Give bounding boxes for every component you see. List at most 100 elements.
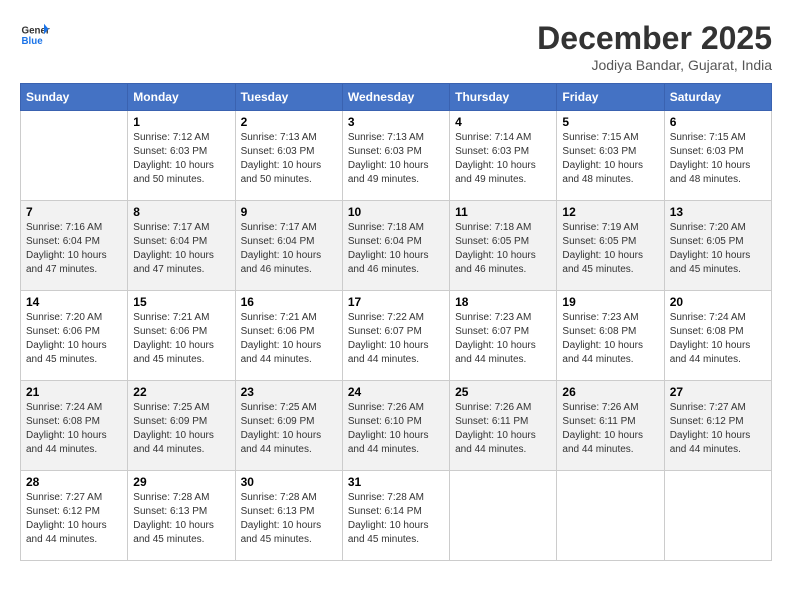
calendar-cell: 22 Sunrise: 7:25 AMSunset: 6:09 PMDayligh… [128, 381, 235, 471]
day-info: Sunrise: 7:26 AMSunset: 6:10 PMDaylight:… [348, 401, 444, 457]
calendar-cell: 17Sunrise: 7:22 AMSunset: 6:07 PMDayligh… [342, 291, 449, 381]
day-number: 11 [455, 205, 551, 219]
day-number: 1 [133, 115, 229, 129]
day-number: 30 [241, 475, 337, 489]
svg-text:Blue: Blue [22, 36, 44, 47]
day-info: Sunrise: 7:23 AMSunset: 6:08 PMDaylight:… [562, 311, 658, 367]
calendar-cell: 24Sunrise: 7:26 AMSunset: 6:10 PMDayligh… [342, 381, 449, 471]
day-number: 23 [241, 385, 337, 399]
day-info: Sunrise: 7:19 AMSunset: 6:05 PMDaylight:… [562, 221, 658, 277]
calendar-cell: 7 Sunrise: 7:16 AMSunset: 6:04 PMDaylight… [21, 201, 128, 291]
day-info: Sunrise: 7:20 AMSunset: 6:05 PMDaylight:… [670, 221, 766, 277]
day-number: 14 [26, 295, 122, 309]
calendar-cell: 25Sunrise: 7:26 AMSunset: 6:11 PMDayligh… [450, 381, 557, 471]
weekday-header: Wednesday [342, 84, 449, 111]
day-info: Sunrise: 7:25 AMSunset: 6:09 PMDaylight:… [133, 401, 229, 457]
day-info: Sunrise: 7:27 AMSunset: 6:12 PMDaylight:… [670, 401, 766, 457]
calendar-cell: 28 Sunrise: 7:27 AMSunset: 6:12 PMDayligh… [21, 471, 128, 561]
day-number: 22 [133, 385, 229, 399]
logo-icon: General Blue [20, 20, 50, 50]
day-info: Sunrise: 7:25 AMSunset: 6:09 PMDaylight:… [241, 401, 337, 457]
day-info: Sunrise: 7:28 AMSunset: 6:13 PMDaylight:… [133, 491, 229, 547]
weekday-header: Sunday [21, 84, 128, 111]
day-number: 25 [455, 385, 551, 399]
calendar-cell: 19 Sunrise: 7:23 AMSunset: 6:08 PMDayligh… [557, 291, 664, 381]
day-info: Sunrise: 7:18 AMSunset: 6:04 PMDaylight:… [348, 221, 444, 277]
day-number: 12 [562, 205, 658, 219]
day-info: Sunrise: 7:13 AMSunset: 6:03 PMDaylight:… [348, 131, 444, 187]
weekday-header: Friday [557, 84, 664, 111]
calendar-week-row: 28 Sunrise: 7:27 AMSunset: 6:12 PMDayligh… [21, 471, 772, 561]
day-info: Sunrise: 7:16 AMSunset: 6:04 PMDaylight:… [26, 221, 122, 277]
calendar-table: SundayMondayTuesdayWednesdayThursdayFrid… [20, 83, 772, 561]
day-number: 20 [670, 295, 766, 309]
day-number: 29 [133, 475, 229, 489]
day-number: 19 [562, 295, 658, 309]
calendar-week-row: 7 Sunrise: 7:16 AMSunset: 6:04 PMDaylight… [21, 201, 772, 291]
calendar-week-row: 1 Sunrise: 7:12 AMSunset: 6:03 PMDaylight… [21, 111, 772, 201]
day-info: Sunrise: 7:18 AMSunset: 6:05 PMDaylight:… [455, 221, 551, 277]
page-header: General Blue December 2025 Jodiya Bandar… [20, 20, 772, 73]
calendar-cell: 23 Sunrise: 7:25 AMSunset: 6:09 PMDayligh… [235, 381, 342, 471]
calendar-cell: 16Sunrise: 7:21 AMSunset: 6:06 PMDayligh… [235, 291, 342, 381]
calendar-cell [21, 111, 128, 201]
day-number: 10 [348, 205, 444, 219]
calendar-cell: 30 Sunrise: 7:28 AMSunset: 6:13 PMDayligh… [235, 471, 342, 561]
calendar-cell: 4 Sunrise: 7:14 AMSunset: 6:03 PMDaylight… [450, 111, 557, 201]
day-number: 9 [241, 205, 337, 219]
day-number: 17 [348, 295, 444, 309]
calendar-cell: 12 Sunrise: 7:19 AMSunset: 6:05 PMDayligh… [557, 201, 664, 291]
title-block: December 2025 Jodiya Bandar, Gujarat, In… [537, 20, 772, 73]
calendar-cell: 21 Sunrise: 7:24 AMSunset: 6:08 PMDayligh… [21, 381, 128, 471]
day-info: Sunrise: 7:12 AMSunset: 6:03 PMDaylight:… [133, 131, 229, 187]
day-number: 16 [241, 295, 337, 309]
calendar-cell: 29 Sunrise: 7:28 AMSunset: 6:13 PMDayligh… [128, 471, 235, 561]
day-number: 7 [26, 205, 122, 219]
calendar-cell: 3Sunrise: 7:13 AMSunset: 6:03 PMDaylight… [342, 111, 449, 201]
day-info: Sunrise: 7:14 AMSunset: 6:03 PMDaylight:… [455, 131, 551, 187]
day-info: Sunrise: 7:28 AMSunset: 6:13 PMDaylight:… [241, 491, 337, 547]
day-info: Sunrise: 7:21 AMSunset: 6:06 PMDaylight:… [133, 311, 229, 367]
day-info: Sunrise: 7:24 AMSunset: 6:08 PMDaylight:… [26, 401, 122, 457]
day-info: Sunrise: 7:23 AMSunset: 6:07 PMDaylight:… [455, 311, 551, 367]
day-info: Sunrise: 7:27 AMSunset: 6:12 PMDaylight:… [26, 491, 122, 547]
calendar-cell [450, 471, 557, 561]
day-info: Sunrise: 7:17 AMSunset: 6:04 PMDaylight:… [241, 221, 337, 277]
day-info: Sunrise: 7:17 AMSunset: 6:04 PMDaylight:… [133, 221, 229, 277]
calendar-cell: 20Sunrise: 7:24 AMSunset: 6:08 PMDayligh… [664, 291, 771, 381]
day-number: 8 [133, 205, 229, 219]
day-number: 28 [26, 475, 122, 489]
day-info: Sunrise: 7:20 AMSunset: 6:06 PMDaylight:… [26, 311, 122, 367]
calendar-week-row: 21 Sunrise: 7:24 AMSunset: 6:08 PMDayligh… [21, 381, 772, 471]
calendar-cell: 18 Sunrise: 7:23 AMSunset: 6:07 PMDayligh… [450, 291, 557, 381]
day-number: 18 [455, 295, 551, 309]
calendar-cell: 14 Sunrise: 7:20 AMSunset: 6:06 PMDayligh… [21, 291, 128, 381]
day-number: 2 [241, 115, 337, 129]
calendar-cell: 8 Sunrise: 7:17 AMSunset: 6:04 PMDaylight… [128, 201, 235, 291]
day-number: 26 [562, 385, 658, 399]
day-number: 5 [562, 115, 658, 129]
day-number: 13 [670, 205, 766, 219]
month-title: December 2025 [537, 20, 772, 57]
day-number: 21 [26, 385, 122, 399]
calendar-cell: 13 Sunrise: 7:20 AMSunset: 6:05 PMDayligh… [664, 201, 771, 291]
calendar-cell: 11 Sunrise: 7:18 AMSunset: 6:05 PMDayligh… [450, 201, 557, 291]
calendar-cell: 9 Sunrise: 7:17 AMSunset: 6:04 PMDaylight… [235, 201, 342, 291]
location: Jodiya Bandar, Gujarat, India [537, 57, 772, 73]
day-number: 4 [455, 115, 551, 129]
weekday-header-row: SundayMondayTuesdayWednesdayThursdayFrid… [21, 84, 772, 111]
calendar-cell: 2Sunrise: 7:13 AMSunset: 6:03 PMDaylight… [235, 111, 342, 201]
calendar-cell: 15Sunrise: 7:21 AMSunset: 6:06 PMDayligh… [128, 291, 235, 381]
calendar-cell: 5Sunrise: 7:15 AMSunset: 6:03 PMDaylight… [557, 111, 664, 201]
calendar-cell: 31Sunrise: 7:28 AMSunset: 6:14 PMDayligh… [342, 471, 449, 561]
day-info: Sunrise: 7:15 AMSunset: 6:03 PMDaylight:… [670, 131, 766, 187]
calendar-cell [557, 471, 664, 561]
day-number: 6 [670, 115, 766, 129]
calendar-week-row: 14 Sunrise: 7:20 AMSunset: 6:06 PMDayligh… [21, 291, 772, 381]
calendar-cell: 26 Sunrise: 7:26 AMSunset: 6:11 PMDayligh… [557, 381, 664, 471]
calendar-cell: 10 Sunrise: 7:18 AMSunset: 6:04 PMDayligh… [342, 201, 449, 291]
day-number: 31 [348, 475, 444, 489]
day-info: Sunrise: 7:26 AMSunset: 6:11 PMDaylight:… [562, 401, 658, 457]
weekday-header: Monday [128, 84, 235, 111]
calendar-cell: 1 Sunrise: 7:12 AMSunset: 6:03 PMDaylight… [128, 111, 235, 201]
